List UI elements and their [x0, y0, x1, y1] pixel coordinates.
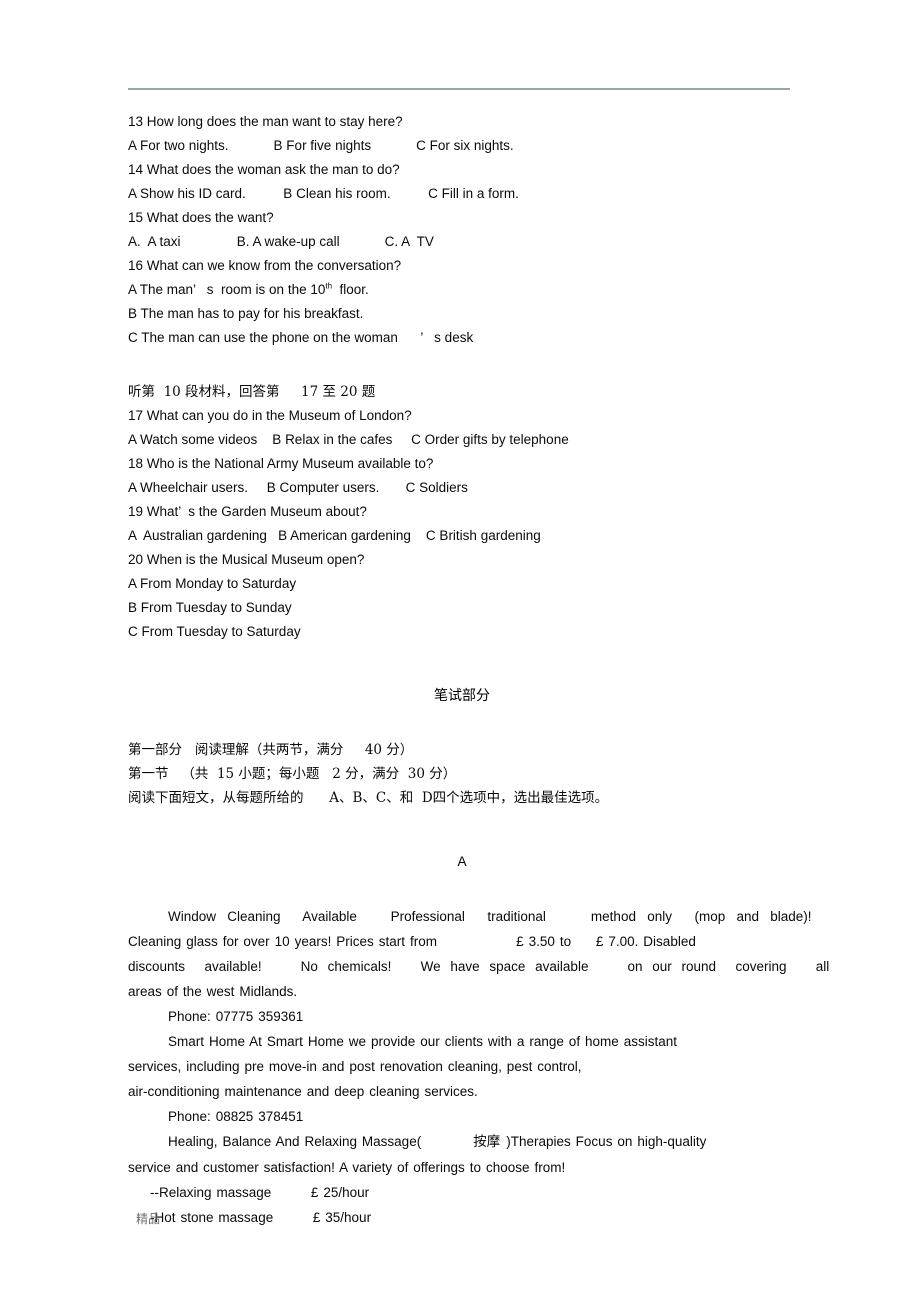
question-13-stem: 13 How long does the man want to stay he…	[128, 114, 403, 129]
footer-watermark: 精品	[136, 1212, 161, 1226]
part-one-heading: 第一部分 阅读理解（共两节，满分 40 分）	[128, 742, 414, 758]
question-20-option-a: A From Monday to Saturday	[128, 576, 297, 591]
question-13-options: A For two nights. B For five nights C Fo…	[128, 138, 514, 153]
question-20-stem: 20 When is the Musical Museum open?	[128, 552, 365, 567]
document-body: 13 How long does the man want to stay he…	[128, 110, 830, 1230]
massage-price-relaxing: --Relaxing massage £ 25/hour	[150, 1185, 370, 1200]
massage-line-1: Healing, Balance And Relaxing Massage( 按摩…	[128, 1129, 796, 1155]
smart-home-line-1: Smart Home At Smart Home we provide our …	[168, 1034, 678, 1049]
massage-chinese-gloss: 按摩	[473, 1134, 501, 1150]
smart-home-phone: Phone: 08825 378451	[168, 1109, 304, 1124]
question-16-option-a: A The man’ s room is on the 10th floor.	[128, 278, 796, 302]
massage-price-hot-stone: -Hot stone massage £ 35/hour	[150, 1210, 372, 1225]
spacer-after-passage-label	[128, 874, 796, 904]
window-cleaning-line-2: Cleaning glass for over 10 years! Prices…	[128, 934, 696, 949]
question-15-stem: 15 What does the want?	[128, 210, 274, 225]
question-16-option-a-tail: floor.	[332, 282, 369, 297]
window-cleaning-line-3: discounts available! No chemicals! We ha…	[128, 959, 830, 974]
question-17-stem: 17 What can you do in the Museum of Lond…	[128, 408, 412, 423]
question-20-option-b: B From Tuesday to Sunday	[128, 600, 292, 615]
question-17-options: A Watch some videos B Relax in the cafes…	[128, 432, 569, 447]
question-15-options: A. A taxi B. A wake-up call C. A TV	[128, 234, 434, 249]
massage-line-1-post: )Therapies Focus on high-quality	[506, 1134, 707, 1149]
written-test-title: 笔试部分	[434, 688, 490, 704]
question-18-stem: 18 Who is the National Army Museum avail…	[128, 456, 434, 471]
section-one-heading: 第一节 （共 15 小题；每小题 2 分，满分 30 分）	[128, 766, 457, 782]
question-16-option-c: C The man can use the phone on the woman…	[128, 330, 474, 345]
header-divider-rule	[128, 88, 790, 90]
window-cleaning-line-4: areas of the west Midlands.	[128, 984, 298, 999]
question-14-options: A Show his ID card. B Clean his room. C …	[128, 186, 519, 201]
window-cleaning-phone: Phone: 07775 359361	[168, 1009, 304, 1024]
spacer-before-passage-label	[128, 810, 796, 850]
question-14-stem: 14 What does the woman ask the man to do…	[128, 162, 400, 177]
question-19-options: A Australian gardening B American garden…	[128, 528, 541, 543]
massage-line-1-pre: Healing, Balance And Relaxing Massage(	[168, 1134, 422, 1149]
question-20-option-c: C From Tuesday to Saturday	[128, 624, 301, 639]
question-16-option-b: B The man has to pay for his breakfast.	[128, 306, 364, 321]
spacer-before-section-10	[128, 350, 796, 380]
spacer-before-written-title	[128, 644, 796, 684]
question-16-option-a-text: A The man’ s room is on the 10	[128, 282, 326, 297]
reading-instruction: 阅读下面短文，从每题所给的 A、B、C、和 D四个选项中，选出最佳选项。	[128, 790, 609, 806]
passage-label-a: A	[457, 854, 467, 869]
smart-home-line-3: air-conditioning maintenance and deep cl…	[128, 1084, 478, 1099]
listening-section-10-header: 听第 10 段材料，回答第 17 至 20 题	[128, 384, 376, 400]
massage-line-2: service and customer satisfaction! A var…	[128, 1160, 566, 1175]
question-18-options: A Wheelchair users. B Computer users. C …	[128, 480, 468, 495]
question-19-stem: 19 What’ s the Garden Museum about?	[128, 504, 367, 519]
smart-home-line-2: services, including pre move-in and post…	[128, 1059, 582, 1074]
window-cleaning-line-1: Window Cleaning Available Professional t…	[168, 909, 812, 924]
document-page: 13 How long does the man want to stay he…	[0, 0, 920, 1303]
question-16-stem: 16 What can we know from the conversatio…	[128, 258, 402, 273]
spacer-after-written-title	[128, 708, 796, 738]
